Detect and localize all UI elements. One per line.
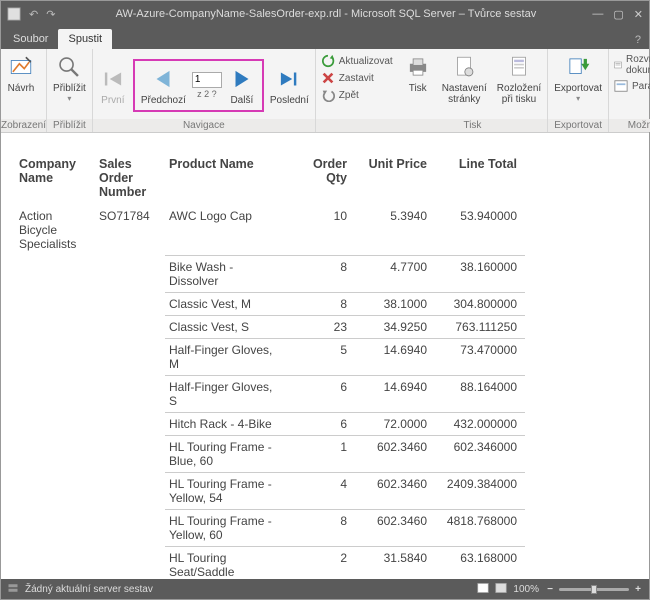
zoom-slider[interactable]	[559, 588, 629, 591]
next-page-button[interactable]: Další	[224, 63, 260, 108]
quickaccess-redo-icon[interactable]: ↷	[46, 8, 55, 21]
help-icon[interactable]: ?	[627, 31, 649, 49]
last-page-button[interactable]: Poslední	[266, 63, 313, 108]
back-button[interactable]: Zpět	[318, 87, 396, 103]
table-row: Half-Finger Gloves, S614.694088.164000	[15, 375, 525, 412]
group-view-label: Zobrazení	[1, 119, 46, 132]
docmap-icon	[614, 58, 622, 72]
col-total: Line Total	[435, 153, 525, 205]
prev-icon	[149, 65, 177, 93]
quickaccess-undo-icon[interactable]: ↶	[29, 8, 38, 21]
table-row: Action Bicycle SpecialistsSO71784AWC Log…	[15, 205, 525, 255]
col-so: Sales Order Number	[95, 153, 165, 205]
minimize-button[interactable]: —	[592, 8, 603, 21]
zoom-out-button[interactable]: −	[545, 584, 555, 595]
group-options-label: Možnosti	[609, 119, 650, 132]
col-qty: Order Qty	[285, 153, 355, 205]
group-print-label: Tisk	[398, 119, 548, 132]
stop-button[interactable]: Zastavit	[318, 70, 396, 86]
docmap-button[interactable]: Rozvržení dokumentu	[611, 53, 650, 77]
col-company: Company Name	[15, 153, 95, 205]
table-row: Bike Wash - Dissolver84.770038.160000	[15, 255, 525, 292]
group-nav-label: Navigace	[93, 119, 315, 132]
page-setup-button[interactable]: Nastavení stránky	[438, 51, 491, 107]
zoom-in-button[interactable]: +	[633, 584, 643, 595]
params-button[interactable]: Parametry	[611, 78, 650, 94]
group-navigation: První Předchozí z 2 ? Další	[93, 49, 316, 132]
page-number-input[interactable]	[192, 72, 222, 88]
print-label: Tisk	[409, 83, 427, 94]
export-button[interactable]: Exportovat ▾	[550, 51, 606, 105]
titlebar: ↶ ↷ AW-Azure-CompanyName-SalesOrder-exp.…	[1, 1, 649, 27]
printer-icon	[404, 53, 432, 81]
report-body: Company Name Sales Order Number Product …	[1, 133, 649, 579]
page-count-label: z 2 ?	[197, 89, 217, 99]
table-row: Classic Vest, M838.1000304.800000	[15, 292, 525, 315]
table-row: HL Touring Frame - Blue, 601602.3460602.…	[15, 435, 525, 472]
last-label: Poslední	[270, 95, 309, 106]
print-layout-button[interactable]: Rozložení při tisku	[493, 51, 545, 107]
table-row: Classic Vest, S2334.9250763.111250	[15, 315, 525, 338]
refresh-icon	[321, 54, 335, 68]
first-page-button[interactable]: První	[95, 63, 131, 108]
table-row: HL Touring Seat/Saddle231.584063.168000	[15, 546, 525, 579]
stop-icon	[321, 71, 335, 85]
prev-label: Předchozí	[141, 95, 186, 106]
export-label: Exportovat	[554, 83, 602, 94]
design-icon	[7, 53, 35, 81]
close-button[interactable]: ✕	[634, 8, 643, 21]
group-zoom: Přiblížit ▾ Přiblížit	[47, 49, 93, 132]
report-table: Company Name Sales Order Number Product …	[15, 153, 525, 579]
table-row: HL Touring Frame - Yellow, 544602.346024…	[15, 472, 525, 509]
window-title: AW-Azure-CompanyName-SalesOrder-exp.rdl …	[59, 8, 592, 20]
magnifier-icon	[55, 53, 83, 81]
design-button[interactable]: Návrh	[3, 51, 39, 96]
zoom-label: Přiblížit	[53, 83, 86, 94]
next-icon	[228, 65, 256, 93]
nav-highlight: Předchozí z 2 ? Další	[133, 59, 264, 112]
ribbon: Návrh Zobrazení Přiblížit ▾ Přiblížit Pr…	[1, 49, 649, 133]
ribbon-tabs: Soubor Spustit ?	[1, 27, 649, 49]
next-label: Další	[230, 95, 253, 106]
table-row: HL Touring Frame - Yellow, 608602.346048…	[15, 509, 525, 546]
zoom-level-label: 100%	[513, 584, 539, 595]
refresh-button[interactable]: Aktualizovat	[318, 53, 396, 69]
group-view: Návrh Zobrazení	[1, 49, 47, 132]
back-icon	[321, 88, 335, 102]
first-label: První	[101, 95, 124, 106]
pagesetup-icon	[450, 53, 478, 81]
app-icon	[7, 7, 21, 21]
zoom-button[interactable]: Přiblížit ▾	[49, 51, 90, 105]
server-icon	[7, 582, 19, 597]
design-label: Návrh	[8, 83, 35, 94]
params-icon	[614, 79, 628, 93]
prev-page-button[interactable]: Předchozí	[137, 63, 190, 108]
statusbar: Žádný aktuální server sestav 100% − +	[1, 579, 649, 599]
report-viewport[interactable]: Company Name Sales Order Number Product …	[1, 133, 649, 579]
group-options: Rozvržení dokumentu Parametry Možnosti	[609, 49, 650, 132]
tab-file[interactable]: Soubor	[3, 29, 58, 49]
group-export: Exportovat ▾ Exportovat	[548, 49, 609, 132]
view-mode-icon[interactable]	[477, 582, 489, 597]
first-icon	[99, 65, 127, 93]
group-zoom-label: Přiblížit	[47, 119, 92, 132]
table-row: Half-Finger Gloves, M514.694073.470000	[15, 338, 525, 375]
tab-run[interactable]: Spustit	[58, 29, 112, 49]
export-icon	[564, 53, 592, 81]
group-refresh: Aktualizovat Zastavit Zpět	[316, 49, 398, 132]
print-button[interactable]: Tisk	[400, 51, 436, 96]
maximize-button[interactable]: ▢	[613, 8, 623, 21]
group-export-label: Exportovat	[548, 119, 608, 132]
col-price: Unit Price	[355, 153, 435, 205]
last-icon	[275, 65, 303, 93]
printlayout-icon	[505, 53, 533, 81]
group-print: Tisk Nastavení stránky Rozložení při tis…	[398, 49, 549, 132]
server-status-label: Žádný aktuální server sestav	[25, 584, 153, 595]
col-product: Product Name	[165, 153, 285, 205]
table-row: Hitch Rack - 4-Bike672.0000432.000000	[15, 412, 525, 435]
view-mode-icon-2[interactable]	[495, 582, 507, 597]
